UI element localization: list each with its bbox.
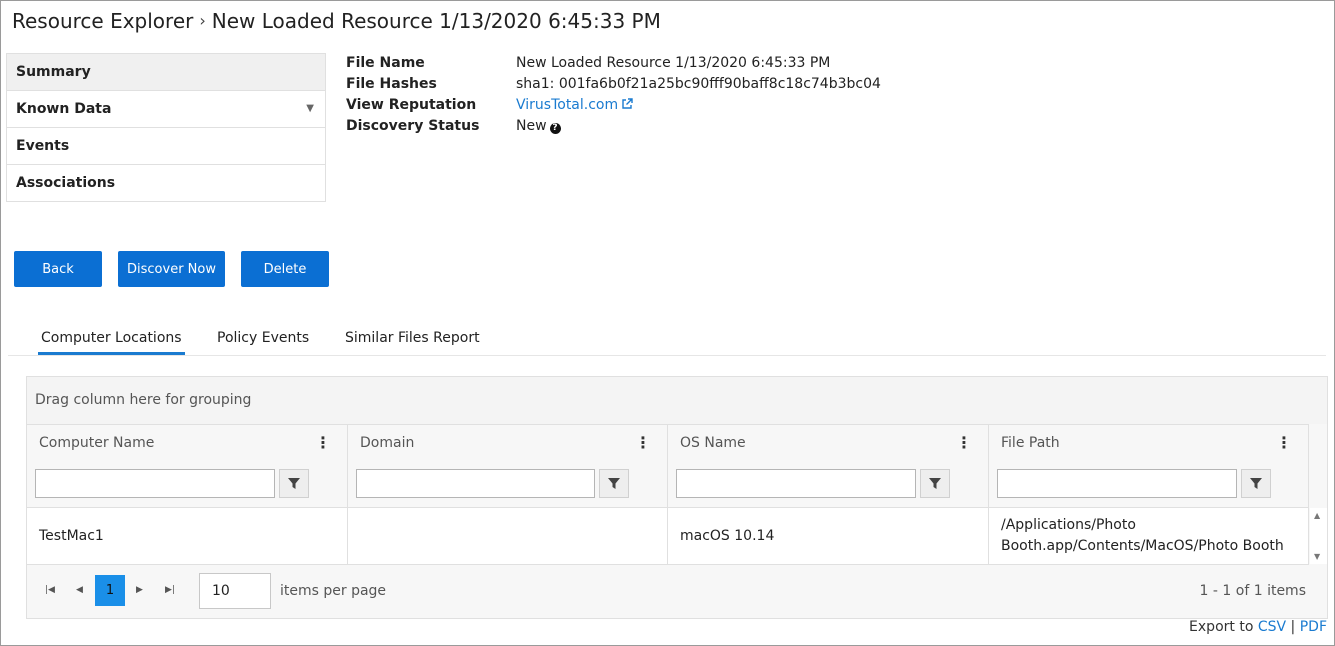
first-page-icon[interactable]: |◀ [45,575,55,606]
sidebar: Summary Known Data ▼ Events Associations [6,53,326,202]
page-title: New Loaded Resource 1/13/2020 6:45:33 PM [211,9,661,33]
breadcrumb: Resource Explorer › New Loaded Resource 1/… [12,9,661,33]
column-menu-icon[interactable]: ⋮ [956,425,972,461]
caret-down-icon: ▼ [306,103,314,114]
filter-icon [608,478,620,489]
export-pdf-link[interactable]: PDF [1300,619,1327,635]
file-name-value: New Loaded Resource 1/13/2020 6:45:33 PM [516,55,831,71]
cell-file-path: /Applications/Photo Booth.app/Contents/M… [989,508,1309,564]
table-row[interactable]: TestMac1 macOS 10.14 /Applications/Photo… [27,508,1309,565]
back-button[interactable]: Back [14,251,102,287]
filter-icon [1250,478,1262,489]
filter-button[interactable] [599,469,629,498]
view-reputation-label: View Reputation [346,97,477,113]
file-hashes-value: sha1: 001fa6b0f21a25bc90fff90baff8c18c74… [516,76,881,92]
sidebar-item-label: Associations [16,175,116,191]
scroll-down-icon[interactable]: ▼ [1314,552,1320,561]
breadcrumb-root[interactable]: Resource Explorer [12,9,193,33]
tab-bar: Computer Locations Policy Events Similar… [8,322,1326,356]
file-name-label: File Name [346,55,425,71]
column-menu-icon[interactable]: ⋮ [315,425,331,461]
filter-cell [668,461,989,507]
export-divider: | [1290,619,1296,635]
filter-input-os-name[interactable] [676,469,916,498]
grid-filter-row [27,461,1309,508]
scroll-up-icon[interactable]: ▲ [1314,511,1320,520]
column-header-os-name[interactable]: OS Name ⋮ [668,425,989,461]
filter-input-computer-name[interactable] [35,469,275,498]
sidebar-item-events[interactable]: Events [7,128,325,165]
column-header-label: File Path [1001,435,1060,451]
filter-button[interactable] [1241,469,1271,498]
vertical-scrollbar[interactable]: ▲ ▼ [1310,508,1327,564]
external-link-icon [622,98,633,109]
next-page-icon[interactable]: ▶ [136,575,143,606]
delete-button[interactable]: Delete [241,251,329,287]
filter-input-file-path[interactable] [997,469,1237,498]
discovery-status-value: New [516,118,547,134]
resource-details: File Name New Loaded Resource 1/13/2020 6… [346,53,881,137]
column-header-domain[interactable]: Domain ⋮ [348,425,668,461]
column-menu-icon[interactable]: ⋮ [635,425,651,461]
data-grid: Drag column here for grouping Computer N… [26,376,1328,619]
column-header-label: Computer Name [39,435,155,451]
sidebar-item-known-data[interactable]: Known Data ▼ [7,91,325,128]
filter-input-domain[interactable] [356,469,595,498]
filter-cell [348,461,668,507]
export-label: Export to [1189,619,1254,635]
column-header-label: OS Name [680,435,746,451]
tab-similar-files-report[interactable]: Similar Files Report [345,330,480,346]
cell-os-name: macOS 10.14 [668,508,989,564]
column-header-label: Domain [360,435,415,451]
sidebar-item-label: Events [16,138,70,154]
filter-button[interactable] [279,469,309,498]
file-hashes-label: File Hashes [346,76,437,92]
grouping-drop-zone[interactable]: Drag column here for grouping [27,377,1327,424]
tab-policy-events[interactable]: Policy Events [217,330,309,346]
sidebar-item-label: Summary [16,64,91,80]
help-icon[interactable]: ? [549,123,561,134]
discover-now-button[interactable]: Discover Now [118,251,225,287]
filter-cell [989,461,1309,507]
grid-header-row: Computer Name ⋮ Domain ⋮ OS Name ⋮ File Pat… [27,424,1309,462]
prev-page-icon[interactable]: ◀ [76,575,83,606]
pager: |◀ ◀ 1 ▶ ▶| 10 items per page 1 - 1 of 1… [27,565,1327,617]
page-size-label: items per page [280,583,387,599]
sidebar-item-label: Known Data [16,101,112,117]
filter-button[interactable] [920,469,950,498]
breadcrumb-separator-icon: › [199,11,206,30]
cell-computer-name: TestMac1 [27,508,348,564]
column-header-file-path[interactable]: File Path ⋮ [989,425,1309,461]
tab-computer-locations[interactable]: Computer Locations [38,330,185,355]
filter-cell [27,461,348,507]
export-bar: Export to CSV | PDF [1189,619,1327,635]
page-size-input[interactable]: 10 [199,573,271,609]
filter-icon [288,478,300,489]
items-count: 1 - 1 of 1 items [1199,583,1306,599]
cell-domain [348,508,668,564]
last-page-icon[interactable]: ▶| [165,575,175,606]
page-number-button[interactable]: 1 [95,575,125,606]
discovery-status-label: Discovery Status [346,118,480,134]
filter-icon [929,478,941,489]
column-header-computer-name[interactable]: Computer Name ⋮ [27,425,348,461]
column-menu-icon[interactable]: ⋮ [1276,425,1292,461]
sidebar-item-associations[interactable]: Associations [7,165,325,201]
export-csv-link[interactable]: CSV [1258,619,1286,635]
virustotal-link[interactable]: VirusTotal.com [516,97,618,113]
sidebar-item-summary[interactable]: Summary [7,54,325,91]
